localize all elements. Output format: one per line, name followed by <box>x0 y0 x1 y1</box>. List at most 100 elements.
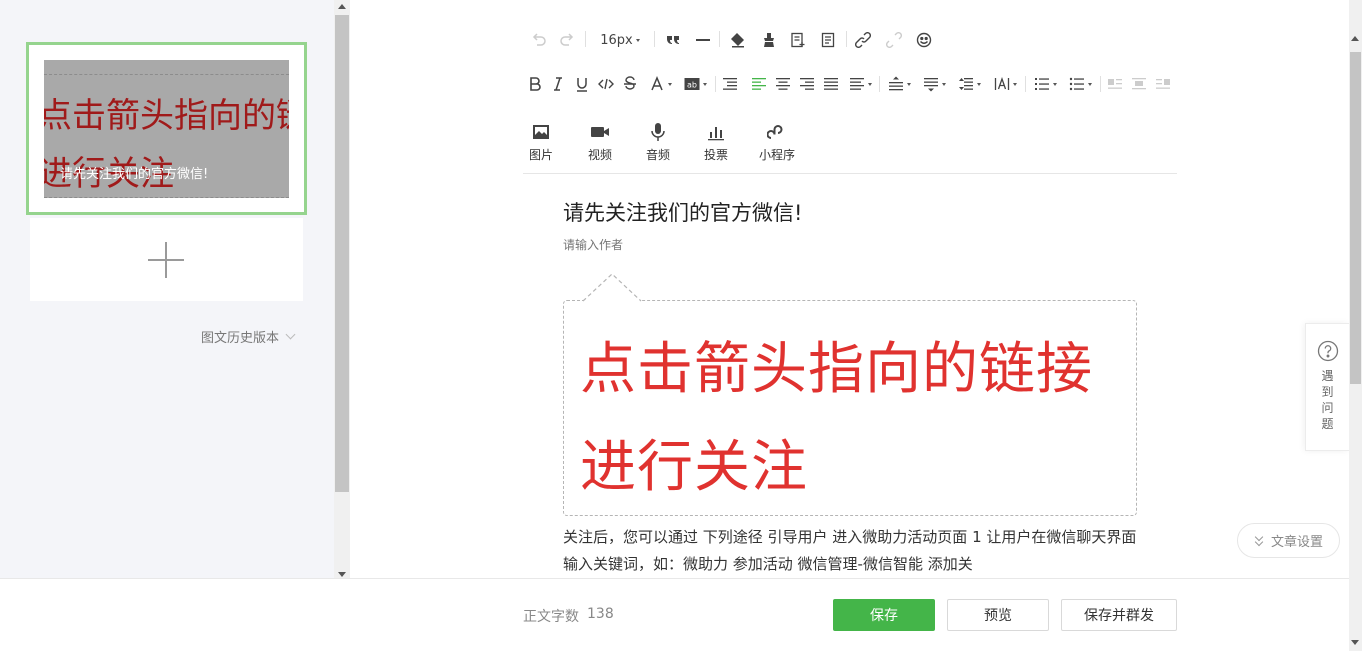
plus-icon[interactable] <box>148 242 184 278</box>
caret-down-icon <box>941 82 946 86</box>
underline-button[interactable] <box>574 75 590 93</box>
caret-down-icon <box>1087 82 1092 86</box>
svg-text:ab: ab <box>687 81 697 90</box>
toolbar-separator <box>654 31 655 47</box>
insert-audio-button[interactable]: 音频 <box>646 122 670 163</box>
align-distribute-select[interactable] <box>846 74 874 94</box>
insert-template-button[interactable] <box>788 30 808 50</box>
align-left-button[interactable] <box>750 75 768 93</box>
align-distribute-icon <box>849 78 864 90</box>
image-icon <box>533 125 549 139</box>
double-chevron-down-icon <box>1254 532 1264 547</box>
right-scrollbar[interactable] <box>1349 0 1362 651</box>
code-button[interactable] <box>597 75 615 93</box>
scroll-up-arrow-icon[interactable] <box>338 4 346 9</box>
thumb-article-title: 请先关注我们的官方微信! <box>60 167 209 182</box>
insert-link-button[interactable] <box>853 30 873 50</box>
strikethrough-icon <box>624 76 636 90</box>
bold-icon <box>530 77 541 91</box>
background-color-select[interactable]: ab <box>680 74 710 94</box>
format-paint-button[interactable] <box>728 30 748 50</box>
save-and-send-button[interactable]: 保存并群发 <box>1061 599 1177 631</box>
align-justify-button[interactable] <box>822 75 840 93</box>
caret-down-icon <box>976 82 981 86</box>
line-height-select[interactable] <box>955 74 983 94</box>
caret-down-icon <box>1052 82 1057 86</box>
unlink-icon <box>886 32 902 48</box>
align-right-button[interactable] <box>798 75 816 93</box>
align-center-icon <box>776 78 790 90</box>
undo-icon <box>532 33 546 46</box>
help-widget[interactable]: 遇到问题 <box>1305 323 1349 451</box>
chevron-down-icon <box>285 329 296 340</box>
underline-icon <box>577 78 587 92</box>
scroll-thumb[interactable] <box>335 15 349 492</box>
blockquote-button[interactable] <box>664 31 682 49</box>
clear-format-button[interactable] <box>759 30 779 50</box>
toolbar-divider <box>523 173 1177 174</box>
video-camera-icon <box>591 127 609 137</box>
redo-icon <box>560 33 574 46</box>
insert-video-button[interactable]: 视频 <box>588 122 612 163</box>
miniprogram-label: 小程序 <box>759 148 796 162</box>
line-height-icon <box>958 78 973 90</box>
paint-bucket-icon <box>731 33 744 48</box>
video-label: 视频 <box>588 148 613 162</box>
align-right-icon <box>800 78 814 90</box>
scroll-thumb[interactable] <box>1350 52 1361 384</box>
indent-button[interactable] <box>721 75 739 93</box>
article-settings-label: 文章设置 <box>1270 535 1323 550</box>
left-scrollbar[interactable] <box>334 0 350 584</box>
font-size-select[interactable]: 16px <box>592 30 648 50</box>
article-body[interactable]: 关注后，您可以通过 下列途径 引导用户 进入微助力活动页面 1 让用户在微信聊天… <box>563 524 1143 578</box>
caret-down-icon <box>635 38 640 42</box>
align-center-button[interactable] <box>774 75 792 93</box>
toolbar-separator <box>1025 76 1026 92</box>
ordered-list-icon <box>1034 78 1049 90</box>
italic-icon <box>554 77 562 91</box>
strikethrough-button[interactable] <box>622 75 638 93</box>
author-input[interactable] <box>563 238 763 252</box>
article-history-link[interactable]: 图文历史版本 <box>201 327 296 346</box>
unordered-list-select[interactable] <box>1066 74 1094 94</box>
preview-button[interactable]: 预览 <box>947 599 1049 631</box>
toolbar-separator <box>1100 76 1101 92</box>
article-cover-thumbnail: 点击箭头指向的链接 进行关注 请先关注我们的官方微信! <box>44 60 289 198</box>
insert-image-button[interactable]: 图片 <box>529 122 553 163</box>
font-color-select[interactable] <box>646 74 674 94</box>
letter-spacing-select[interactable] <box>990 74 1020 94</box>
scroll-down-arrow-icon[interactable] <box>338 572 346 577</box>
bar-chart-icon <box>708 127 724 141</box>
undo-button[interactable] <box>530 31 548 49</box>
redo-button[interactable] <box>558 31 576 49</box>
paragraph-spacing-after-select[interactable] <box>920 74 948 94</box>
bold-button[interactable] <box>527 75 543 93</box>
float-right-button[interactable] <box>1154 75 1172 93</box>
float-left-button[interactable] <box>1106 75 1124 93</box>
headline-line2[interactable]: 进行关注 <box>580 422 808 503</box>
spacing-after-icon <box>923 78 938 92</box>
help-label: 遇到问题 <box>1321 369 1334 431</box>
font-size-value: 16px <box>600 32 633 48</box>
save-button[interactable]: 保存 <box>833 599 935 631</box>
article-settings-button[interactable]: 文章设置 <box>1237 523 1340 558</box>
document-button[interactable] <box>818 30 838 50</box>
emoji-button[interactable] <box>913 29 934 50</box>
paragraph-spacing-before-select[interactable] <box>885 74 913 94</box>
insert-miniprogram-button[interactable]: 小程序 <box>759 122 795 163</box>
float-none-icon <box>1132 78 1146 90</box>
horizontal-rule-button[interactable] <box>694 31 712 49</box>
italic-button[interactable] <box>550 75 566 93</box>
question-circle-icon <box>1317 340 1338 362</box>
headline-line1[interactable]: 点击箭头指向的链接 <box>580 324 1093 405</box>
article-title-input[interactable]: 请先关注我们的官方微信! <box>563 197 802 227</box>
article-card-selected[interactable]: 点击箭头指向的链接 进行关注 请先关注我们的官方微信! <box>26 42 307 215</box>
ordered-list-select[interactable] <box>1031 74 1059 94</box>
unlink-button[interactable] <box>884 30 904 50</box>
code-icon <box>598 78 614 90</box>
scroll-up-arrow-icon[interactable] <box>1351 36 1359 41</box>
scroll-down-arrow-icon[interactable] <box>1351 640 1359 645</box>
float-none-button[interactable] <box>1130 75 1148 93</box>
insert-vote-button[interactable]: 投票 <box>704 122 728 163</box>
caret-down-icon <box>1012 82 1017 86</box>
